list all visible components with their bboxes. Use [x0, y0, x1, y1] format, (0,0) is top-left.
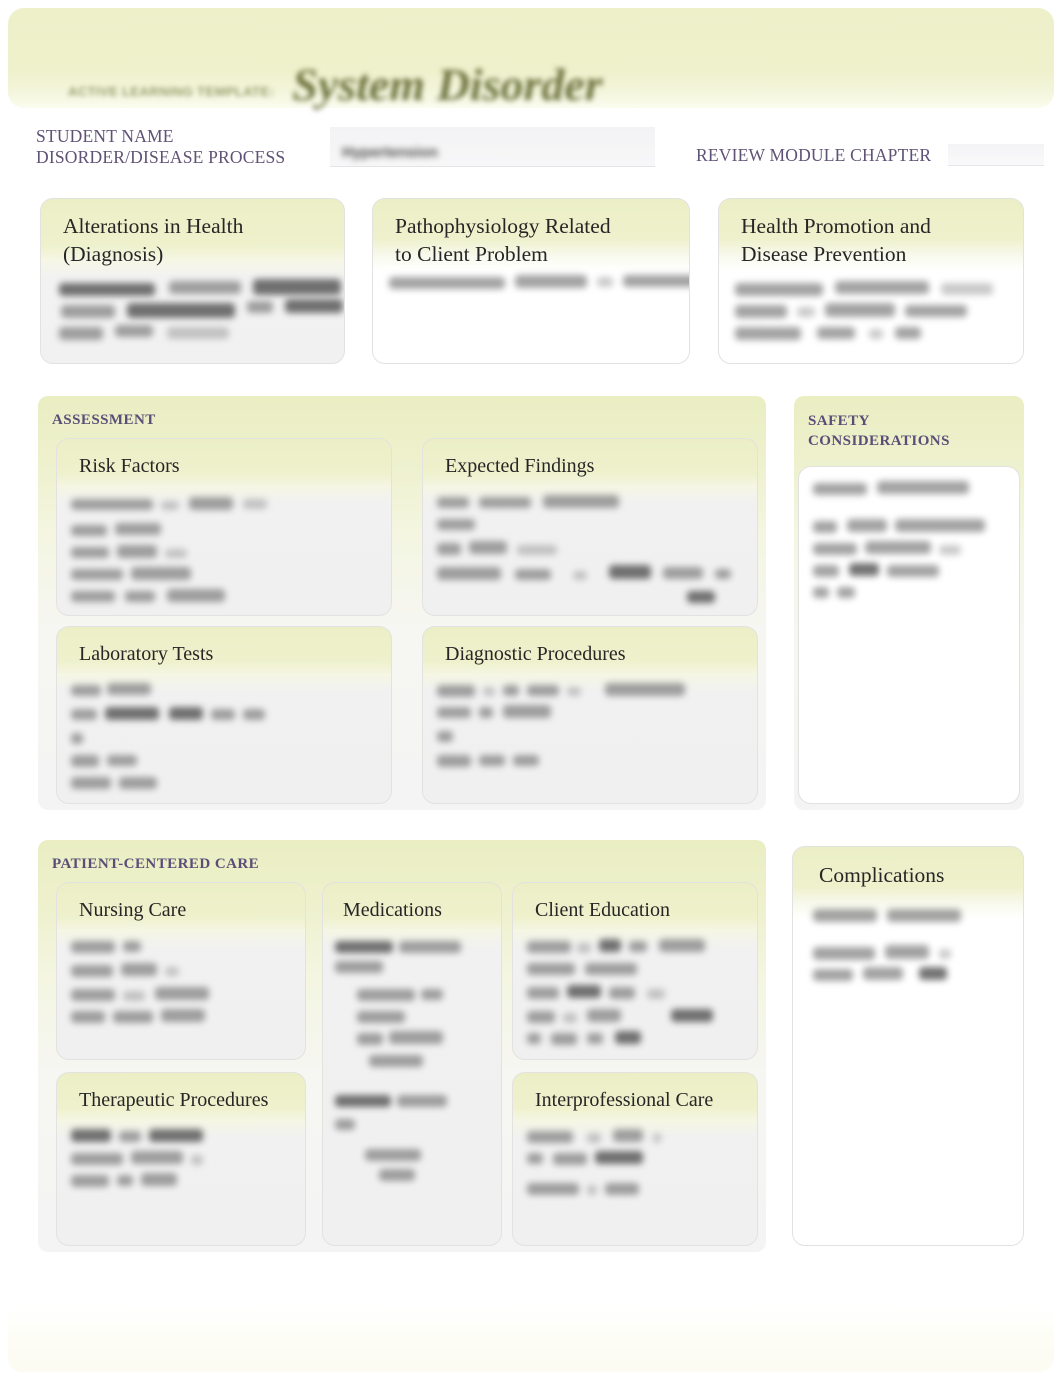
card-client-education[interactable]: Client Education: [512, 882, 758, 1060]
card-alterations-in-health-title: Alterations in Health (Diagnosis): [63, 214, 244, 266]
card-diagnostic-procedures[interactable]: Diagnostic Procedures: [422, 626, 758, 804]
student-name-label: STUDENT NAME: [36, 126, 174, 146]
template-title: System Disorder: [292, 59, 603, 110]
card-laboratory-tests-title: Laboratory Tests: [79, 643, 214, 665]
card-pathophysiology[interactable]: Pathophysiology Related to Client Proble…: [372, 198, 690, 364]
identity-row: STUDENT NAME DISORDER/DISEASE PROCESS Hy…: [0, 126, 1062, 174]
card-risk-factors[interactable]: Risk Factors: [56, 438, 392, 616]
card-complications[interactable]: Complications: [792, 846, 1024, 1246]
review-module-chapter-label: REVIEW MODULE CHAPTER: [696, 145, 932, 165]
card-laboratory-tests[interactable]: Laboratory Tests: [56, 626, 392, 804]
card-expected-findings[interactable]: Expected Findings: [422, 438, 758, 616]
assessment-section-label: ASSESSMENT: [52, 412, 156, 428]
patient-centered-care-section-label: PATIENT-CENTERED CARE: [52, 856, 260, 872]
disorder-process-input[interactable]: Hypertension: [330, 127, 655, 167]
card-therapeutic-procedures[interactable]: Therapeutic Procedures: [56, 1072, 306, 1246]
card-therapeutic-procedures-title: Therapeutic Procedures: [79, 1089, 269, 1111]
card-health-promotion-title: Health Promotion and Disease Prevention: [741, 214, 931, 266]
disorder-process-label: DISORDER/DISEASE PROCESS: [36, 147, 286, 167]
card-alterations-in-health[interactable]: Alterations in Health (Diagnosis): [40, 198, 345, 364]
card-interprofessional-care-title: Interprofessional Care: [535, 1089, 714, 1111]
card-nursing-care-title: Nursing Care: [79, 899, 187, 921]
safety-considerations-section-label: SAFETY CONSIDERATIONS: [808, 413, 950, 449]
template-page: ACTIVE LEARNING TEMPLATE: System Disorde…: [0, 0, 1062, 1378]
card-diagnostic-procedures-title: Diagnostic Procedures: [445, 643, 626, 665]
card-safety-considerations-body[interactable]: [798, 466, 1020, 804]
card-medications-title: Medications: [343, 899, 442, 921]
card-nursing-care[interactable]: Nursing Care: [56, 882, 306, 1060]
card-complications-title: Complications: [819, 863, 945, 887]
masthead-band: ACTIVE LEARNING TEMPLATE: System Disorde…: [8, 8, 1054, 108]
card-risk-factors-title: Risk Factors: [79, 455, 180, 477]
card-pathophysiology-title: Pathophysiology Related to Client Proble…: [395, 214, 611, 266]
card-client-education-title: Client Education: [535, 899, 670, 921]
card-expected-findings-title: Expected Findings: [445, 455, 595, 477]
card-health-promotion[interactable]: Health Promotion and Disease Prevention: [718, 198, 1024, 364]
card-medications[interactable]: Medications: [322, 882, 502, 1246]
footer-band: [8, 1306, 1054, 1372]
card-interprofessional-care[interactable]: Interprofessional Care: [512, 1072, 758, 1246]
masthead-title-group: ACTIVE LEARNING TEMPLATE: System Disorde…: [68, 52, 768, 108]
disorder-process-value: Hypertension: [342, 144, 438, 161]
identity-labels: STUDENT NAME DISORDER/DISEASE PROCESS: [36, 126, 285, 168]
template-kicker: ACTIVE LEARNING TEMPLATE:: [68, 84, 275, 99]
review-module-chapter-input[interactable]: [948, 144, 1044, 166]
